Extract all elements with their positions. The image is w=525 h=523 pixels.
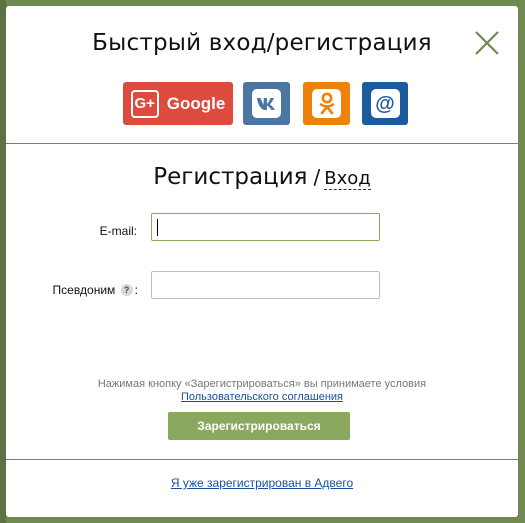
user-agreement-link[interactable]: Пользовательского соглашения	[181, 391, 343, 403]
title-separator: /	[313, 165, 321, 189]
email-label: E-mail:	[99, 224, 137, 238]
nickname-colon: :	[134, 283, 138, 297]
google-label: Google	[166, 93, 226, 113]
footer-divider	[6, 459, 518, 460]
nickname-label: Псевдоним	[52, 283, 116, 297]
close-icon[interactable]	[472, 28, 502, 58]
nickname-label-group: Псевдоним ?:	[46, 283, 138, 297]
google-login-button[interactable]: G+ Google	[123, 82, 233, 125]
odnoklassniki-icon	[312, 89, 341, 118]
auth-dialog: Быстрый вход/регистрация G+ Google @ Рег…	[6, 6, 518, 517]
dialog-header: Быстрый вход/регистрация G+ Google @	[6, 6, 518, 144]
email-field[interactable]	[151, 213, 380, 241]
vk-icon	[252, 89, 281, 118]
terms-notice: Нажимая кнопку «Зарегистрироваться» вы п…	[6, 378, 518, 404]
footer: Я уже зарегистрирован в Адвего	[6, 476, 518, 490]
text-caret	[157, 219, 158, 236]
google-plus-icon: G+	[130, 89, 159, 118]
form-title: Регистрация / Вход	[6, 164, 518, 190]
register-button[interactable]: Зарегистрироваться	[168, 412, 350, 440]
at-sign-icon: @	[370, 89, 400, 118]
dialog-title: Быстрый вход/регистрация	[92, 30, 432, 56]
vk-login-button[interactable]	[243, 82, 290, 125]
register-title: Регистрация	[153, 164, 308, 190]
nickname-field[interactable]	[151, 271, 380, 299]
login-switch-link[interactable]: Вход	[324, 168, 371, 190]
odnoklassniki-login-button[interactable]	[303, 82, 350, 125]
help-icon[interactable]: ?	[120, 284, 133, 296]
already-registered-link[interactable]: Я уже зарегистрирован в Адвего	[171, 476, 353, 490]
terms-text: Нажимая кнопку «Зарегистрироваться» вы п…	[97, 378, 427, 390]
mailru-login-button[interactable]: @	[362, 82, 408, 125]
